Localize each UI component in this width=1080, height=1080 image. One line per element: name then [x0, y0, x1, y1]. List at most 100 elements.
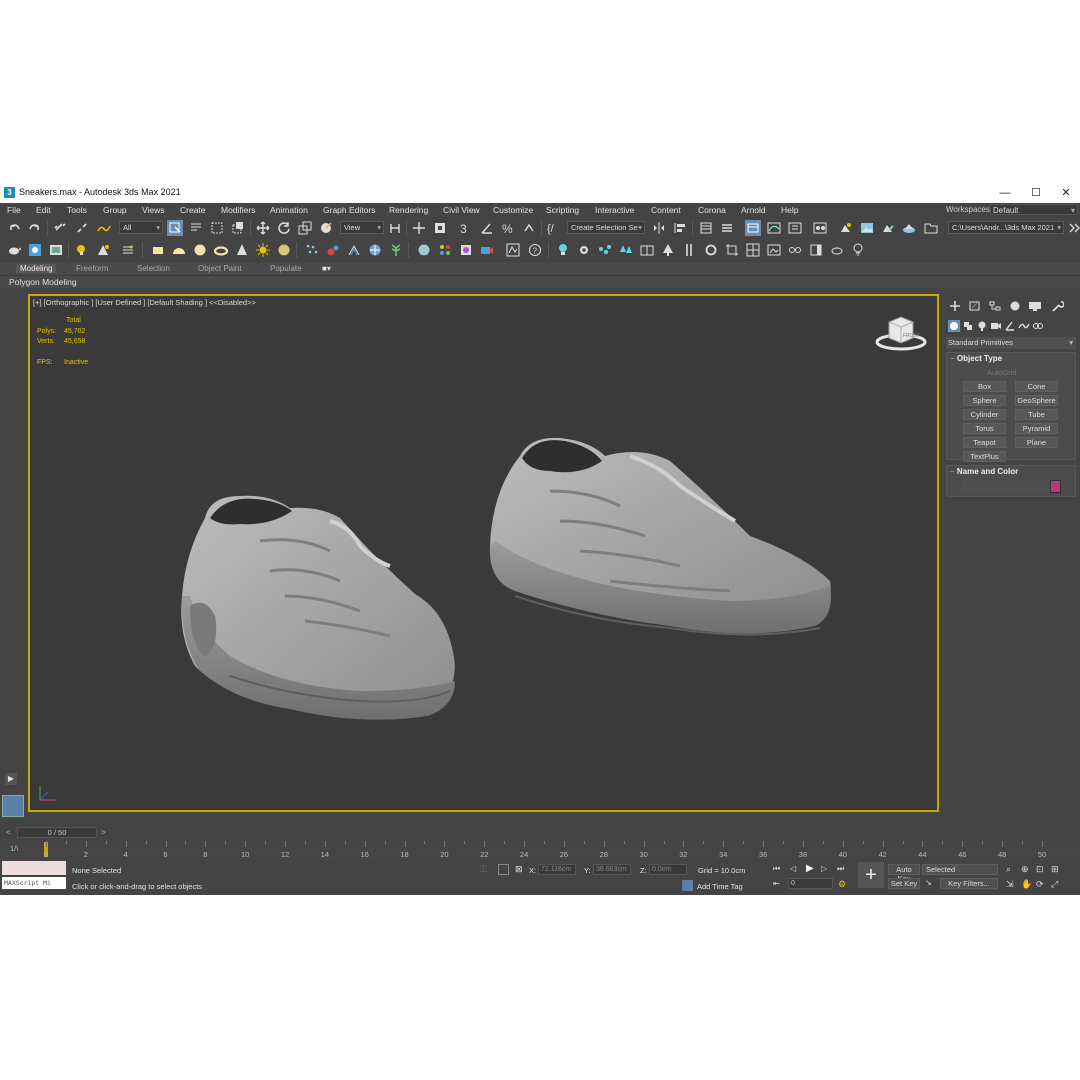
plane-button[interactable]: Plane	[1015, 437, 1058, 448]
undo-icon[interactable]	[6, 220, 22, 236]
systems-icon[interactable]	[1032, 320, 1044, 332]
layer-explorer-icon[interactable]	[719, 220, 735, 236]
pan-view-icon[interactable]: ✋	[1021, 879, 1032, 890]
teapot-icon[interactable]	[6, 242, 22, 258]
menu-edit[interactable]: Edit	[36, 205, 51, 215]
time-slider[interactable]: 0 / 50	[17, 827, 97, 838]
reference-coordinate-dropdown[interactable]: View	[340, 221, 384, 234]
spinner-snap-icon[interactable]	[521, 220, 537, 236]
workspaces-dropdown[interactable]: Default	[990, 204, 1078, 216]
maxscript-mini-listener[interactable]: MAXScript Mi	[2, 877, 66, 889]
current-frame-field[interactable]: 0	[788, 878, 833, 889]
zoom-all-icon[interactable]: ⊕	[1021, 864, 1032, 875]
go-to-start-icon[interactable]: ⏮	[773, 864, 784, 875]
previous-frame-icon[interactable]: ◁	[790, 864, 801, 875]
menu-graph-editors[interactable]: Graph Editors	[323, 205, 375, 215]
right-sneaker[interactable]	[489, 437, 831, 636]
orbit-icon[interactable]: ⟳	[1036, 879, 1047, 890]
utilities-tab-icon[interactable]	[1050, 300, 1064, 312]
cone-icon[interactable]	[234, 242, 250, 258]
geometry-icon[interactable]	[948, 320, 960, 332]
move-icon[interactable]	[255, 220, 271, 236]
key-filters-button[interactable]: Key Filters...	[940, 878, 998, 889]
left-sneaker[interactable]	[181, 495, 455, 720]
refresh-icon[interactable]	[703, 242, 719, 258]
display-tab-icon[interactable]	[1028, 300, 1042, 312]
material-ball-icon[interactable]	[416, 242, 432, 258]
tab-selection[interactable]: Selection	[137, 264, 170, 273]
time-prev-icon[interactable]: <	[6, 828, 11, 837]
hierarchy-tab-icon[interactable]	[988, 300, 1002, 312]
zoom-extents-icon[interactable]: ⊡	[1036, 864, 1047, 875]
named-selection-dropdown[interactable]: Create Selection Se	[567, 221, 645, 234]
z-coordinate-field[interactable]: 0.0cm	[649, 864, 687, 875]
spot-icon[interactable]	[276, 242, 292, 258]
render-element-icon[interactable]	[458, 242, 474, 258]
material-editor-icon[interactable]	[812, 220, 828, 236]
book-icon[interactable]	[639, 242, 655, 258]
menu-group[interactable]: Group	[103, 205, 127, 215]
modifier-list-icon[interactable]	[120, 242, 136, 258]
select-by-name-icon[interactable]	[188, 220, 204, 236]
zoom-icon[interactable]: ⌕	[1006, 864, 1017, 875]
select-object-icon[interactable]	[167, 220, 183, 236]
pyramid-button[interactable]: Pyramid	[1015, 423, 1058, 434]
auto-key-button[interactable]: Auto Key	[888, 864, 920, 883]
object-type-title[interactable]: Object Type	[950, 354, 1002, 363]
idea-bulb-icon[interactable]	[850, 242, 866, 258]
add-time-tag[interactable]: Add Time Tag	[697, 882, 743, 891]
scatter-icon[interactable]	[597, 242, 613, 258]
box-primitive-icon[interactable]	[150, 242, 166, 258]
schematic-icon[interactable]	[505, 242, 521, 258]
trees-icon[interactable]	[618, 242, 634, 258]
object-color-swatch[interactable]	[1050, 480, 1061, 493]
menu-help[interactable]: Help	[781, 205, 798, 215]
tree-icon[interactable]	[660, 242, 676, 258]
project-folder-icon[interactable]	[923, 220, 939, 236]
track-bar[interactable]: 1/\ 0 2 4 6 8 10 12 14 16 18 20 22 24 26 28 30 32 34 36 38 4…	[0, 841, 1080, 859]
name-and-color-title[interactable]: Name and Color	[950, 467, 1018, 476]
maxscript-listener-output[interactable]	[2, 861, 66, 875]
curve-editor-icon[interactable]	[766, 220, 782, 236]
zoom-extents-all-icon[interactable]: ⊞	[1051, 864, 1062, 875]
project-path-dropdown[interactable]: C:\Users\Andr...\3ds Max 2021	[948, 221, 1064, 234]
gear-light-icon[interactable]	[576, 242, 592, 258]
environment-icon[interactable]	[27, 242, 43, 258]
object-name-field[interactable]	[961, 480, 1049, 492]
helpers-icon[interactable]	[1004, 320, 1016, 332]
select-manipulate-icon[interactable]	[411, 220, 427, 236]
hemisphere-icon[interactable]	[171, 242, 187, 258]
menu-create[interactable]: Create	[180, 205, 206, 215]
mirror-icon[interactable]	[651, 220, 667, 236]
tab-populate[interactable]: Populate	[270, 264, 302, 273]
viewport-layout-thumb[interactable]	[2, 795, 24, 817]
teapot-render-icon[interactable]	[829, 242, 845, 258]
maximize-button[interactable]: ☐	[1021, 185, 1051, 201]
hair-icon[interactable]	[346, 242, 362, 258]
snaps-toggle-icon[interactable]: 3	[458, 220, 474, 236]
foliage-icon[interactable]	[388, 242, 404, 258]
x-coordinate-field[interactable]: 72.116cm	[538, 864, 576, 875]
set-key-big-button[interactable]: +	[858, 862, 884, 888]
render-production-icon[interactable]	[880, 220, 896, 236]
redo-icon[interactable]	[27, 220, 43, 236]
shapes-icon[interactable]	[962, 320, 974, 332]
keyboard-shortcut-toggle-icon[interactable]	[432, 220, 448, 236]
pivot-center-icon[interactable]	[387, 220, 403, 236]
help-icon[interactable]: ?	[527, 242, 543, 258]
key-mode-icon[interactable]: ⇤	[773, 879, 784, 890]
link-icon[interactable]	[52, 220, 68, 236]
next-frame-icon[interactable]: ▷	[821, 864, 832, 875]
maximize-viewport-icon[interactable]: ⤢	[1051, 879, 1062, 890]
schematic-view-icon[interactable]	[787, 220, 803, 236]
place-icon[interactable]	[318, 220, 334, 236]
bind-spacewarp-icon[interactable]	[96, 220, 112, 236]
scene-explorer-icon[interactable]	[698, 220, 714, 236]
ribbon-options-icon[interactable]: ■▾	[322, 264, 331, 273]
ribbon-toggle-icon[interactable]	[745, 220, 761, 236]
palette-icon[interactable]	[437, 242, 453, 258]
key-tangent-icon[interactable]: ↘	[925, 878, 936, 889]
goggles-icon[interactable]	[787, 242, 803, 258]
bulb-icon[interactable]	[555, 242, 571, 258]
viewport-orthographic[interactable]: [+] [Orthographic ] [User Defined ] [Def…	[28, 294, 939, 812]
